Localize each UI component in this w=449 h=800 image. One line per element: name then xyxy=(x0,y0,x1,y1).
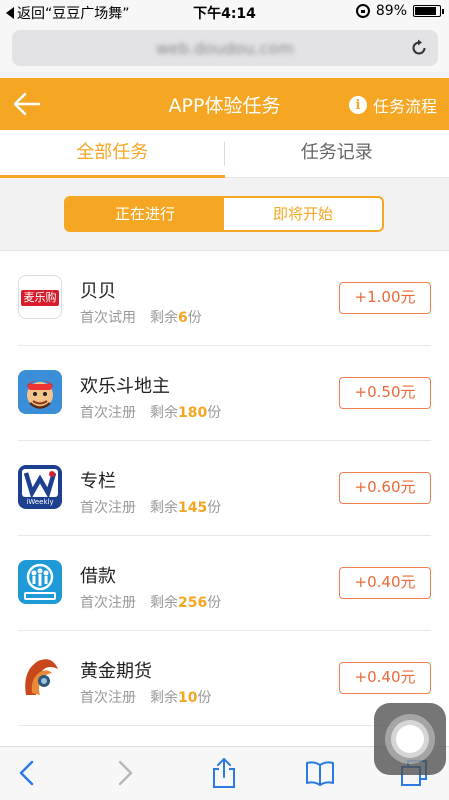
assistive-ring-inner xyxy=(396,725,424,753)
reward-button[interactable]: +0.40元 xyxy=(339,662,431,694)
task-meta: 首次注册 剩余10份 xyxy=(80,687,211,707)
status-right: 89% xyxy=(355,3,444,19)
task-item[interactable]: 借款 首次注册 剩余256份 +0.40元 xyxy=(0,536,449,631)
browser-address-area: web.doudou.com xyxy=(0,24,449,72)
info-icon: i xyxy=(348,96,367,114)
forward-icon[interactable] xyxy=(108,757,140,789)
remain-count: 145 xyxy=(178,500,208,516)
task-name: 欢乐斗地主 xyxy=(80,376,170,397)
iweekly-logo-icon: iWeekly xyxy=(18,465,62,509)
remain-count: 180 xyxy=(178,405,208,421)
task-name: 专栏 xyxy=(80,471,116,492)
maileguo-logo-text: 麦乐购 xyxy=(23,291,57,304)
reward-button[interactable]: +0.50元 xyxy=(339,377,431,409)
battery-icon xyxy=(413,5,444,17)
remain-label: 剩余 xyxy=(150,595,178,611)
remain-unit: 份 xyxy=(197,690,212,706)
gold-futures-logo-icon xyxy=(18,655,62,699)
iweekly-logo-text: iWeekly xyxy=(26,498,54,506)
task-type: 首次注册 xyxy=(80,500,136,516)
task-name: 黄金期货 xyxy=(80,661,152,682)
remain-count: 6 xyxy=(178,310,188,326)
tab-task-records[interactable]: 任务记录 xyxy=(225,130,449,177)
status-segment: 正在进行 即将开始 xyxy=(64,196,384,232)
remain-unit: 份 xyxy=(207,595,222,611)
assistive-touch-button[interactable] xyxy=(374,703,446,775)
tab-divider xyxy=(224,142,225,166)
task-meta: 首次注册 剩余256份 xyxy=(80,592,221,612)
back-icon[interactable] xyxy=(12,757,44,789)
maileguo-logo-icon: 麦乐购 xyxy=(18,275,62,319)
remain-label: 剩余 xyxy=(150,690,178,706)
doudizhu-logo-icon xyxy=(18,370,62,414)
remain-unit: 份 xyxy=(207,405,222,421)
task-item[interactable]: iWeekly 专栏 首次注册 剩余145份 +0.60元 xyxy=(0,441,449,536)
reward-button[interactable]: +0.60元 xyxy=(339,472,431,504)
task-name: 借款 xyxy=(80,566,116,587)
share-icon[interactable] xyxy=(208,757,240,789)
jiekuan-logo-icon xyxy=(18,560,62,604)
reward-button[interactable]: +1.00元 xyxy=(339,282,431,314)
remain-unit: 份 xyxy=(187,310,202,326)
bookmarks-icon[interactable] xyxy=(304,757,336,789)
task-type: 首次注册 xyxy=(80,405,136,421)
task-meta: 首次注册 剩余180份 xyxy=(80,402,221,422)
address-bar[interactable]: web.doudou.com xyxy=(12,30,438,66)
url-text: web.doudou.com xyxy=(156,39,294,58)
remain-label: 剩余 xyxy=(150,310,178,326)
tab-all-tasks[interactable]: 全部任务 xyxy=(0,130,225,178)
tab-bar: 全部任务 任务记录 xyxy=(0,130,449,178)
remain-count: 10 xyxy=(178,690,198,706)
task-type: 首次注册 xyxy=(80,595,136,611)
reload-icon[interactable] xyxy=(410,39,428,57)
segment-upcoming[interactable]: 即将开始 xyxy=(224,198,382,230)
task-meta: 首次注册 剩余145份 xyxy=(80,497,221,517)
task-type: 首次试用 xyxy=(80,310,136,326)
remain-unit: 份 xyxy=(207,500,222,516)
task-type: 首次注册 xyxy=(80,690,136,706)
app-header: APP体验任务 i 任务流程 xyxy=(0,78,449,130)
battery-percent: 89% xyxy=(375,3,407,19)
task-item[interactable]: 麦乐购 贝贝 首次试用 剩余6份 +1.00元 xyxy=(0,251,449,346)
remain-label: 剩余 xyxy=(150,405,178,421)
status-bar: 返回“豆豆广场舞” 下午4:14 89% xyxy=(0,0,449,24)
rotation-lock-icon xyxy=(355,4,370,18)
task-meta: 首次试用 剩余6份 xyxy=(80,307,202,327)
remain-label: 剩余 xyxy=(150,500,178,516)
reward-button[interactable]: +0.40元 xyxy=(339,567,431,599)
task-name: 贝贝 xyxy=(80,281,116,302)
remain-count: 256 xyxy=(178,595,208,611)
task-item[interactable]: 欢乐斗地主 首次注册 剩余180份 +0.50元 xyxy=(0,346,449,441)
segment-in-progress[interactable]: 正在进行 xyxy=(66,198,224,230)
task-list: 麦乐购 贝贝 首次试用 剩余6份 +1.00元 欢乐斗地主 首次注册 剩余180份 … xyxy=(0,251,449,746)
segment-area: 正在进行 即将开始 xyxy=(0,178,449,251)
task-flow-link[interactable]: i 任务流程 xyxy=(348,93,437,117)
task-flow-label: 任务流程 xyxy=(372,97,437,116)
